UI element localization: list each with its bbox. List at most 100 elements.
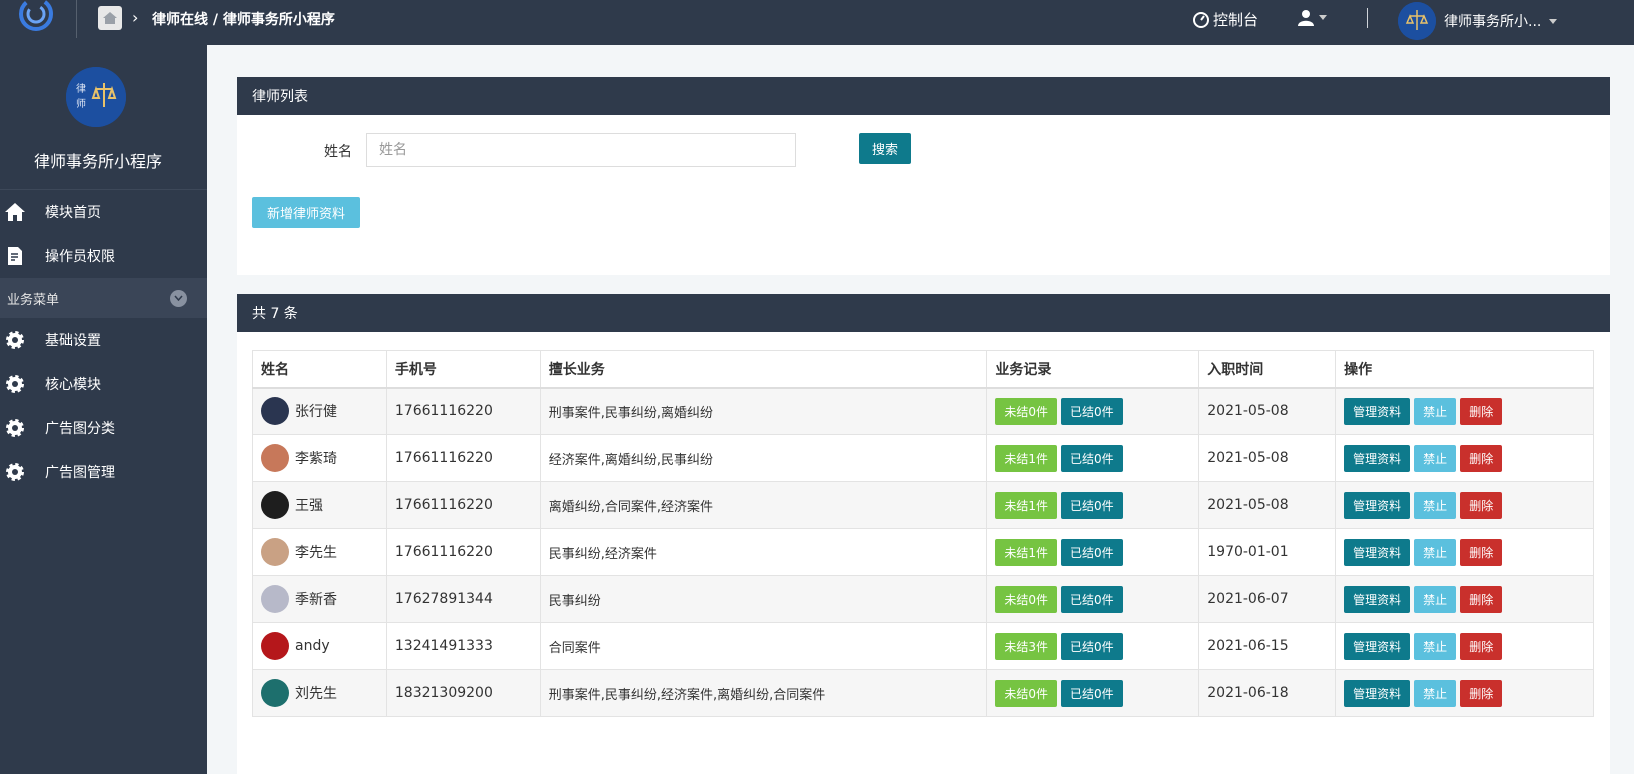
console-link[interactable]: 控制台 xyxy=(1193,9,1258,30)
name-cell: 季新香 xyxy=(252,575,387,623)
table-row: andy 13241491333 合同案件 未结3件 已结0件 2021-06-15 管理资… xyxy=(252,622,1594,670)
pending-cases-button[interactable]: 未结1件 xyxy=(995,538,1058,566)
lawyer-name: andy xyxy=(295,638,330,654)
join-date-cell: 2021-06-07 xyxy=(1198,575,1337,623)
sidebar-item-operator-permissions[interactable]: 操作员权限 xyxy=(0,234,207,278)
table-row: 季新香 17627891344 民事纠纷 未结0件 已结0件 2021-06-07 管理资料… xyxy=(252,575,1594,623)
top-bar: › 律师在线 / 律师事务所小程序 控制台 律师事务所小... xyxy=(0,0,1634,45)
disable-button[interactable]: 禁止 xyxy=(1414,397,1457,425)
pending-cases-button[interactable]: 未结1件 xyxy=(995,444,1058,472)
lawyer-name: 刘先生 xyxy=(295,686,337,702)
name-search-input[interactable] xyxy=(366,133,796,167)
disable-button[interactable]: 禁止 xyxy=(1414,491,1457,519)
sidebar-item-core-module[interactable]: 核心模块 xyxy=(0,362,207,406)
sidebar-group-business-menu[interactable]: 业务菜单 xyxy=(0,278,207,318)
record-count: 共 7 条 xyxy=(237,294,1610,332)
sidebar-item-ad-management[interactable]: 广告图管理 xyxy=(0,450,207,494)
delete-button[interactable]: 删除 xyxy=(1460,397,1503,425)
delete-button[interactable]: 删除 xyxy=(1460,444,1503,472)
column-header-records: 业务记录 xyxy=(986,350,1200,389)
name-cell: 刘先生 xyxy=(252,669,387,717)
sidebar-item-label: 核心模块 xyxy=(45,377,101,393)
sidebar-item-ad-category[interactable]: 广告图分类 xyxy=(0,406,207,450)
pending-cases-button[interactable]: 未结3件 xyxy=(995,632,1058,660)
closed-cases-button[interactable]: 已结0件 xyxy=(1061,538,1123,566)
breadcrumb[interactable]: 律师在线 / 律师事务所小程序 xyxy=(152,9,335,29)
lawyer-name: 李先生 xyxy=(295,545,337,561)
column-header-join-date: 入职时间 xyxy=(1198,350,1337,389)
closed-cases-button[interactable]: 已结0件 xyxy=(1061,491,1123,519)
skills-cell: 民事纠纷,经济案件 xyxy=(539,528,988,576)
console-label: 控制台 xyxy=(1213,11,1259,29)
closed-cases-button[interactable]: 已结0件 xyxy=(1061,632,1123,660)
actions-cell: 管理资料 禁止 删除 xyxy=(1335,669,1594,717)
edit-icon xyxy=(4,245,26,267)
manage-profile-button[interactable]: 管理资料 xyxy=(1344,632,1411,660)
pending-cases-button[interactable]: 未结0件 xyxy=(995,585,1058,613)
user-icon xyxy=(1298,10,1314,26)
join-date-cell: 2021-05-08 xyxy=(1198,434,1337,482)
chevron-down-icon xyxy=(1549,18,1558,24)
manage-profile-button[interactable]: 管理资料 xyxy=(1344,491,1411,519)
dashboard-icon xyxy=(1193,11,1209,28)
table-row: 李先生 17661116220 民事纠纷,经济案件 未结1件 已结0件 1970-01-0… xyxy=(252,528,1594,576)
delete-button[interactable]: 删除 xyxy=(1460,679,1503,707)
search-button[interactable]: 搜索 xyxy=(859,133,911,164)
account-menu[interactable]: 律师事务所小... xyxy=(1398,2,1558,40)
delete-button[interactable]: 删除 xyxy=(1460,632,1503,660)
user-menu-button[interactable] xyxy=(1297,8,1327,26)
disable-button[interactable]: 禁止 xyxy=(1414,632,1457,660)
sidebar-profile: 律师 律师事务所小程序 xyxy=(0,45,207,190)
home-icon xyxy=(4,201,26,223)
manage-profile-button[interactable]: 管理资料 xyxy=(1344,679,1411,707)
sidebar-item-label: 模块首页 xyxy=(45,205,101,221)
disable-button[interactable]: 禁止 xyxy=(1414,538,1457,566)
avatar xyxy=(261,679,289,707)
manage-profile-button[interactable]: 管理资料 xyxy=(1344,444,1411,472)
records-cell: 未结0件 已结0件 xyxy=(986,575,1200,623)
records-cell: 未结3件 已结0件 xyxy=(986,622,1200,670)
phone-cell: 13241491333 xyxy=(385,622,541,670)
records-cell: 未结0件 已结0件 xyxy=(986,387,1200,435)
home-button[interactable] xyxy=(98,6,122,30)
actions-cell: 管理资料 禁止 删除 xyxy=(1335,622,1594,670)
records-cell: 未结1件 已结0件 xyxy=(986,434,1200,482)
manage-profile-button[interactable]: 管理资料 xyxy=(1344,585,1411,613)
sidebar-avatar: 律师 xyxy=(66,67,126,127)
closed-cases-button[interactable]: 已结0件 xyxy=(1061,444,1123,472)
name-cell-content: 李紫琦 xyxy=(261,444,378,472)
manage-profile-button[interactable]: 管理资料 xyxy=(1344,397,1411,425)
manage-profile-button[interactable]: 管理资料 xyxy=(1344,538,1411,566)
search-panel: 律师列表 姓名 搜索 新增律师资料 xyxy=(237,77,1610,275)
pending-cases-button[interactable]: 未结0件 xyxy=(995,679,1058,707)
app-logo-icon[interactable] xyxy=(16,0,58,36)
name-label: 姓名 xyxy=(324,144,352,160)
pending-cases-button[interactable]: 未结1件 xyxy=(995,491,1058,519)
chevron-down-icon xyxy=(1319,14,1327,20)
sidebar-item-module-home[interactable]: 模块首页 xyxy=(0,190,207,234)
sidebar-item-basic-settings[interactable]: 基础设置 xyxy=(0,318,207,362)
gear-icon xyxy=(4,329,26,351)
scales-logo-icon: 律师 xyxy=(66,67,126,127)
closed-cases-button[interactable]: 已结0件 xyxy=(1061,585,1123,613)
skills-cell: 合同案件 xyxy=(539,622,988,670)
svg-text:律: 律 xyxy=(76,82,86,95)
skills-cell: 离婚纠纷,合同案件,经济案件 xyxy=(539,481,988,529)
delete-button[interactable]: 删除 xyxy=(1460,538,1503,566)
name-cell-content: 王强 xyxy=(261,491,378,519)
disable-button[interactable]: 禁止 xyxy=(1414,679,1457,707)
pending-cases-button[interactable]: 未结0件 xyxy=(995,397,1058,425)
closed-cases-button[interactable]: 已结0件 xyxy=(1061,679,1123,707)
svg-text:师: 师 xyxy=(76,97,86,110)
disable-button[interactable]: 禁止 xyxy=(1414,444,1457,472)
add-lawyer-button[interactable]: 新增律师资料 xyxy=(252,197,360,228)
name-cell-content: 张行健 xyxy=(261,397,378,426)
delete-button[interactable]: 删除 xyxy=(1460,491,1503,519)
sidebar-item-label: 广告图管理 xyxy=(45,465,115,481)
column-header-phone: 手机号 xyxy=(385,350,541,389)
disable-button[interactable]: 禁止 xyxy=(1414,585,1457,613)
column-header-name: 姓名 xyxy=(252,350,387,389)
closed-cases-button[interactable]: 已结0件 xyxy=(1061,397,1123,425)
delete-button[interactable]: 删除 xyxy=(1460,585,1503,613)
chevron-down-icon[interactable] xyxy=(170,289,187,307)
